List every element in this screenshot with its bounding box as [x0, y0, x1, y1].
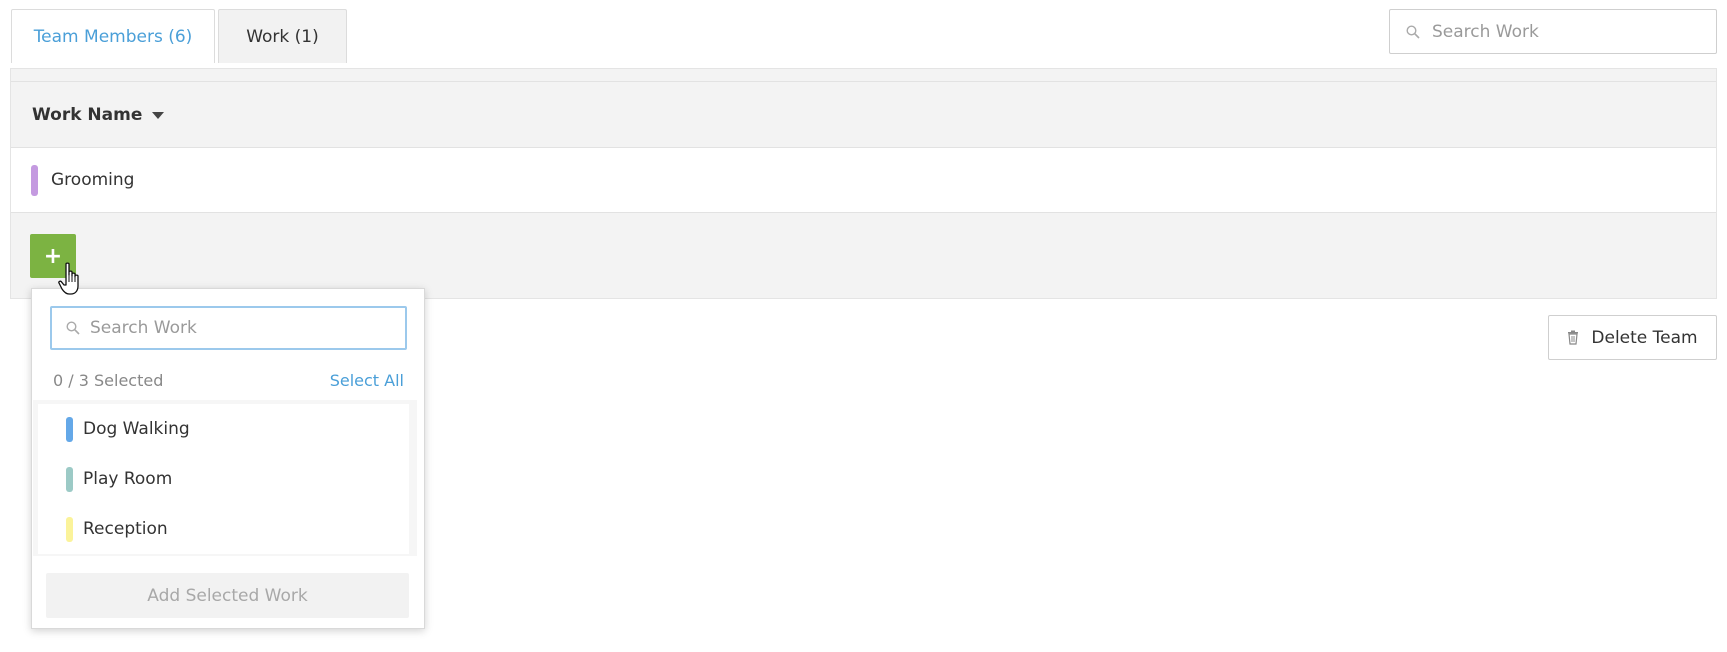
work-color-swatch	[66, 516, 73, 542]
delete-team-button[interactable]: Delete Team	[1548, 315, 1717, 360]
list-item-dog-walking[interactable]: Dog Walking	[38, 404, 409, 454]
list-item-reception[interactable]: Reception	[38, 504, 409, 554]
work-table-panel: Work Name Grooming	[10, 68, 1717, 299]
tab-team-members[interactable]: Team Members (6)	[11, 9, 215, 63]
sort-down-icon	[152, 112, 165, 119]
tab-work[interactable]: Work (1)	[218, 9, 347, 63]
search-icon	[1404, 23, 1422, 41]
dropdown-search-input[interactable]	[90, 318, 380, 338]
list-item-label: Play Room	[83, 469, 173, 489]
list-item-label: Dog Walking	[83, 419, 190, 439]
work-name-column-header[interactable]: Work Name	[32, 104, 165, 125]
trash-icon	[1567, 330, 1579, 345]
work-color-swatch	[66, 466, 73, 492]
search-icon	[64, 319, 82, 337]
work-color-swatch	[31, 164, 38, 196]
work-name: Grooming	[51, 170, 135, 190]
select-all-link[interactable]: Select All	[330, 371, 404, 390]
selected-count: 0 / 3 Selected	[53, 371, 164, 390]
delete-team-label: Delete Team	[1591, 327, 1698, 348]
table-row[interactable]: Grooming	[11, 147, 1716, 213]
table-header: Work Name	[11, 81, 1716, 147]
dropdown-search-box[interactable]	[50, 306, 407, 350]
list-item-play-room[interactable]: Play Room	[38, 454, 409, 504]
add-work-dropdown: 0 / 3 Selected Select All Dog Walking Pl…	[31, 288, 425, 629]
work-search-box[interactable]	[1389, 9, 1717, 54]
add-selected-work-button[interactable]: Add Selected Work	[46, 573, 409, 618]
work-options-list: Dog Walking Play Room Reception	[33, 400, 417, 556]
work-color-swatch	[66, 416, 73, 442]
column-header-label: Work Name	[32, 104, 143, 125]
work-search-input[interactable]	[1432, 21, 1692, 42]
list-item-label: Reception	[83, 519, 168, 539]
hand-cursor-icon	[58, 262, 79, 295]
